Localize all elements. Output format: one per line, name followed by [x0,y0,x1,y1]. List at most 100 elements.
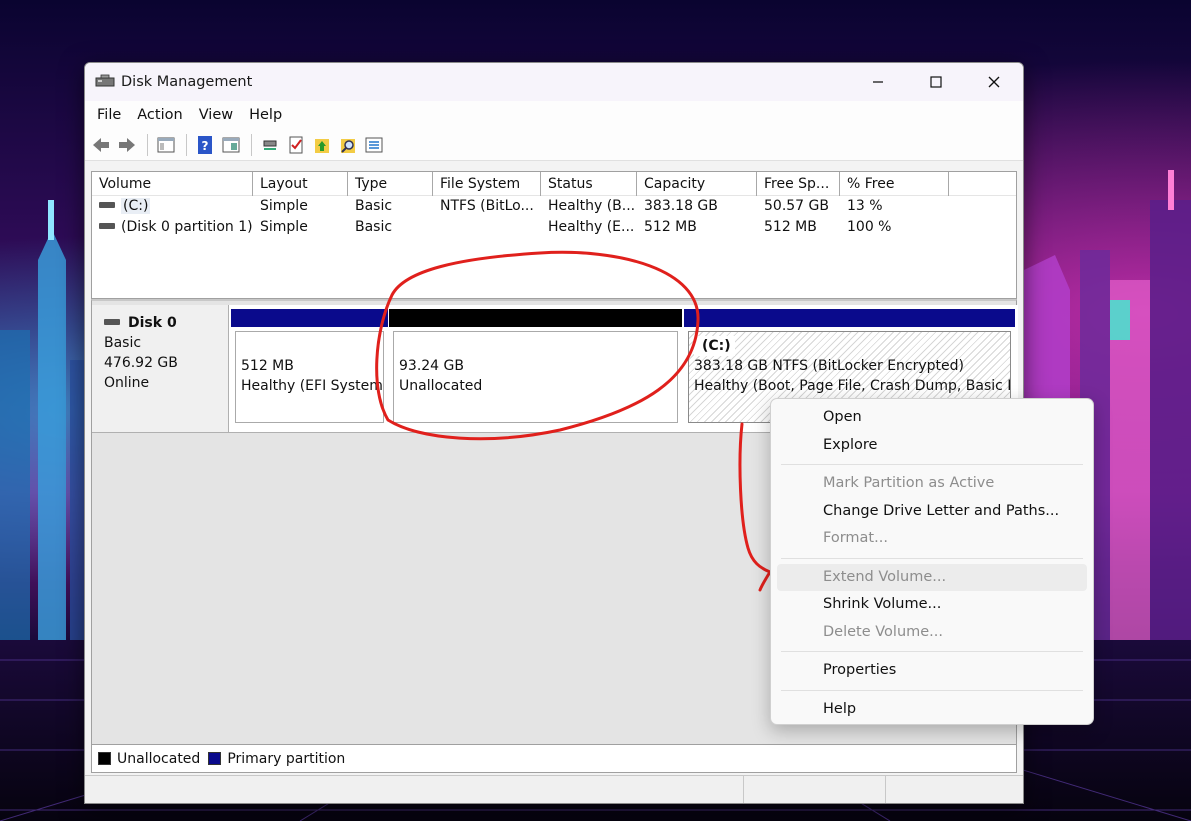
minimize-button[interactable] [849,63,907,101]
partition-size: 93.24 GB [399,358,464,374]
close-button[interactable] [965,63,1023,101]
drive-icon [99,202,115,208]
properties-pane-button[interactable] [219,133,243,157]
title-bar[interactable]: Disk Management [85,63,1023,101]
cell-type: Basic [355,219,393,235]
toolbar-separator [186,133,187,156]
cell-type: Basic [355,198,393,214]
window-title: Disk Management [121,74,253,90]
partition-efi[interactable]: 512 MB Healthy (EFI System [231,309,388,425]
menu-item-shrink-volume[interactable]: Shrink Volume... [777,591,1087,619]
partition-label: (C:) [694,336,735,356]
folder-search-icon [341,138,355,153]
menu-help[interactable]: Help [243,107,288,123]
checklist-icon [289,136,303,153]
partition-unallocated[interactable]: 93.24 GB Unallocated [389,309,682,425]
help-icon: ? [198,135,212,154]
table-row[interactable]: (Disk 0 partition 1) Simple Basic Health… [92,217,1016,238]
folder-up-icon [315,138,329,153]
disk-size: 476.92 GB [104,355,178,371]
cell-percent-free: 13 % [847,198,883,214]
menu-item-explore[interactable]: Explore [777,432,1087,460]
maximize-button[interactable] [907,63,965,101]
status-divider [885,776,886,803]
status-bar [85,775,1023,803]
cell-free-space: 50.57 GB [764,198,829,214]
partition-body: 93.24 GB Unallocated [393,331,678,423]
toolbar-separator [147,133,148,156]
cell-capacity: 512 MB [644,219,697,235]
connect-icon [263,140,277,150]
partition-status: Healthy (Boot, Page File, Crash Dump, Ba… [694,378,1011,394]
back-arrow-icon [93,137,109,152]
column-header-capacity[interactable]: Capacity [637,172,757,196]
console-tree-icon [157,137,175,152]
menu-action[interactable]: Action [131,107,188,123]
menu-item-properties[interactable]: Properties [777,657,1087,685]
column-header-layout[interactable]: Layout [253,172,348,196]
menu-item-format[interactable]: Format... [777,525,1087,553]
table-row[interactable]: (C:) Simple Basic NTFS (BitLo... Healthy… [92,196,1016,217]
disk-state: Online [104,375,150,391]
menu-item-open[interactable]: Open [777,404,1087,432]
column-header-percent-free[interactable]: % Free [840,172,949,196]
cell-free-space: 512 MB [764,219,817,235]
menu-item-extend-volume[interactable]: Extend Volume... [777,563,1087,591]
partition-bar [389,309,682,327]
context-menu: Open Explore Mark Partition as Active Ch… [770,398,1094,725]
menu-item-delete-volume[interactable]: Delete Volume... [777,619,1087,647]
disk-type: Basic [104,335,142,351]
disk-icon [104,319,120,325]
maximize-icon [930,76,942,88]
legend-swatch [98,752,111,765]
folder-search-button[interactable] [336,133,360,157]
disk-management-app-icon [95,74,115,87]
cell-percent-free: 100 % [847,219,892,235]
menu-separator [781,557,1083,559]
toolbar-separator [251,133,252,156]
menu-bar: File Action View Help [85,101,1023,129]
cell-volume: (C:) [92,196,253,217]
forward-arrow-icon [119,137,135,152]
svg-text:?: ? [202,139,209,153]
column-header-file-system[interactable]: File System [433,172,541,196]
list-view-button[interactable] [362,133,386,157]
menu-file[interactable]: File [91,107,127,123]
forward-button[interactable] [115,133,139,157]
cell-volume: (Disk 0 partition 1) [92,217,253,238]
menu-item-change-drive-letter[interactable]: Change Drive Letter and Paths... [777,498,1087,526]
volume-list[interactable]: Volume Layout Type File System Status Ca… [91,171,1017,299]
volume-list-header: Volume Layout Type File System Status Ca… [92,172,1016,196]
cell-capacity: 383.18 GB [644,198,718,214]
legend: Unallocated Primary partition [91,745,1017,773]
menu-item-help[interactable]: Help [777,696,1087,724]
console-tree-button[interactable] [154,133,178,157]
cell-file-system: NTFS (BitLo... [440,198,534,214]
menu-separator [781,651,1083,652]
disk-info-panel[interactable]: Disk 0 Basic 476.92 GB Online [92,305,229,433]
partition-status: Healthy (EFI System [241,378,383,394]
partition-bar [231,309,388,327]
drive-icon [99,223,115,229]
column-header-volume[interactable]: Volume [92,172,253,196]
back-button[interactable] [89,133,113,157]
cell-layout: Simple [260,219,308,235]
legend-swatch [208,752,222,765]
column-header-status[interactable]: Status [541,172,637,196]
folder-up-button[interactable] [310,133,334,157]
cell-layout: Simple [260,198,308,214]
list-view-icon [365,137,383,152]
help-button[interactable]: ? [193,133,217,157]
column-header-type[interactable]: Type [348,172,433,196]
partition-bar [684,309,1015,327]
cell-status: Healthy (B... [548,198,636,214]
legend-item-unallocated: Unallocated [98,751,200,767]
checklist-button[interactable] [284,133,308,157]
menu-separator [781,689,1083,691]
status-divider [743,776,744,803]
partition-size: 383.18 GB NTFS (BitLocker Encrypted) [694,358,964,374]
column-header-free-space[interactable]: Free Sp... [757,172,840,196]
connect-button[interactable] [258,133,282,157]
menu-view[interactable]: View [193,107,239,123]
menu-item-mark-partition-active[interactable]: Mark Partition as Active [777,470,1087,498]
